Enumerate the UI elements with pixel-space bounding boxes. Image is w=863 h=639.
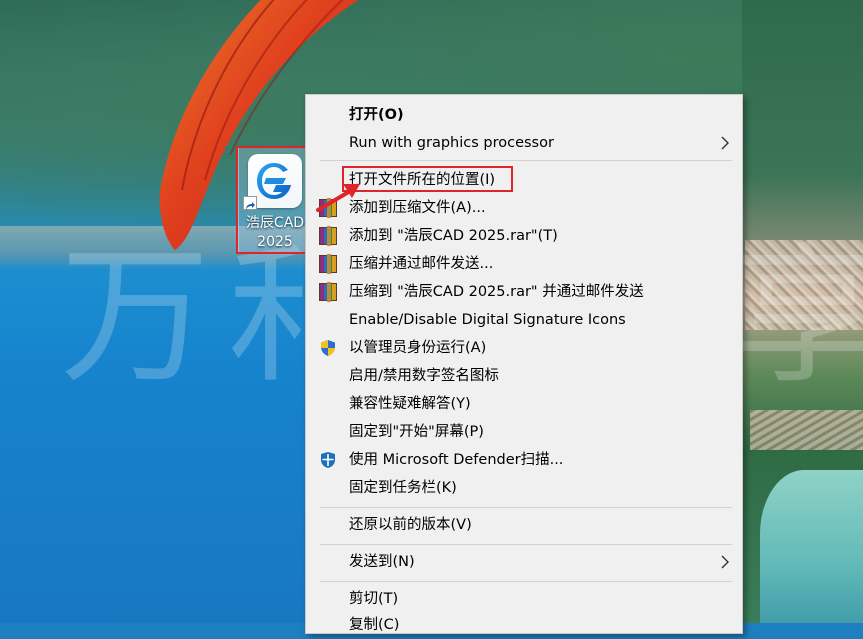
desktop-shortcut-gstarcad[interactable]: 浩辰CAD 2025: [238, 147, 310, 253]
menu-item-send-to[interactable]: 发送到(N): [306, 548, 742, 576]
menu-separator: [320, 507, 732, 508]
menu-item-label: 固定到任务栏(K): [349, 480, 457, 496]
menu-item-label: Enable/Disable Digital Signature Icons: [349, 312, 626, 328]
menu-separator: [320, 581, 732, 582]
menu-item-label: 固定到"开始"屏幕(P): [349, 424, 484, 440]
menu-item-label: Run with graphics processor: [349, 135, 554, 151]
uac-shield-icon: [321, 340, 335, 356]
menu-item-label: 还原以前的版本(V): [349, 517, 472, 533]
menu-item-pin-to-start[interactable]: 固定到"开始"屏幕(P): [306, 418, 742, 446]
menu-item-copy[interactable]: 复制(C): [306, 611, 742, 639]
desktop-icon-label: 浩辰CAD 2025: [245, 215, 305, 250]
menu-item-open-file-location[interactable]: 打开文件所在的位置(I): [306, 166, 742, 194]
menu-item-run-as-admin[interactable]: 以管理员身份运行(A): [306, 334, 742, 362]
menu-item-label: 添加到压缩文件(A)...: [349, 200, 486, 216]
menu-item-troubleshoot-compatibility[interactable]: 兼容性疑难解答(Y): [306, 390, 742, 418]
menu-item-label: 压缩到 "浩辰CAD 2025.rar" 并通过邮件发送: [349, 284, 644, 300]
wallpaper-town: [745, 240, 863, 330]
menu-item-label: 打开(O): [349, 107, 404, 123]
wallpaper-lagoon: [760, 470, 863, 623]
menu-item-label: 发送到(N): [349, 554, 415, 570]
menu-item-label: 添加到 "浩辰CAD 2025.rar"(T): [349, 228, 558, 244]
menu-item-label: 复制(C): [349, 617, 400, 633]
chevron-right-icon: [721, 555, 729, 569]
menu-item-compress-to-rar-and-email[interactable]: 压缩到 "浩辰CAD 2025.rar" 并通过邮件发送: [306, 278, 742, 306]
menu-item-label: 使用 Microsoft Defender扫描...: [349, 452, 564, 468]
context-menu: 打开(O) Run with graphics processor 打开文件所在…: [305, 94, 743, 634]
menu-separator: [320, 544, 732, 545]
menu-item-toggle-signature-icons-en[interactable]: Enable/Disable Digital Signature Icons: [306, 306, 742, 334]
menu-item-cut[interactable]: 剪切(T): [306, 585, 742, 613]
winrar-icon: [319, 198, 337, 218]
menu-item-defender-scan[interactable]: 使用 Microsoft Defender扫描...: [306, 446, 742, 474]
menu-separator: [320, 160, 732, 161]
menu-item-label: 剪切(T): [349, 591, 399, 607]
winrar-icon: [319, 254, 337, 274]
menu-item-label: 启用/禁用数字签名图标: [349, 368, 499, 384]
defender-icon: [321, 452, 335, 468]
menu-item-compress-and-email[interactable]: 压缩并通过邮件发送...: [306, 250, 742, 278]
menu-item-label: 兼容性疑难解答(Y): [349, 396, 471, 412]
menu-item-restore-previous-versions[interactable]: 还原以前的版本(V): [306, 511, 742, 539]
chevron-right-icon: [721, 136, 729, 150]
menu-item-pin-to-taskbar[interactable]: 固定到任务栏(K): [306, 474, 742, 502]
wallpaper-town-lower: [750, 410, 863, 450]
menu-item-label: 压缩并通过邮件发送...: [349, 256, 494, 272]
winrar-icon: [319, 226, 337, 246]
menu-item-run-with-gpu[interactable]: Run with graphics processor: [306, 129, 742, 157]
menu-item-add-to-rar[interactable]: 添加到 "浩辰CAD 2025.rar"(T): [306, 222, 742, 250]
winrar-icon: [319, 282, 337, 302]
shortcut-arrow-icon: [243, 196, 257, 210]
menu-item-add-to-archive[interactable]: 添加到压缩文件(A)...: [306, 194, 742, 222]
menu-item-label: 打开文件所在的位置(I): [349, 172, 496, 188]
menu-item-label: 以管理员身份运行(A): [349, 340, 487, 356]
menu-item-toggle-signature-icons-cn[interactable]: 启用/禁用数字签名图标: [306, 362, 742, 390]
menu-item-open[interactable]: 打开(O): [306, 101, 742, 129]
